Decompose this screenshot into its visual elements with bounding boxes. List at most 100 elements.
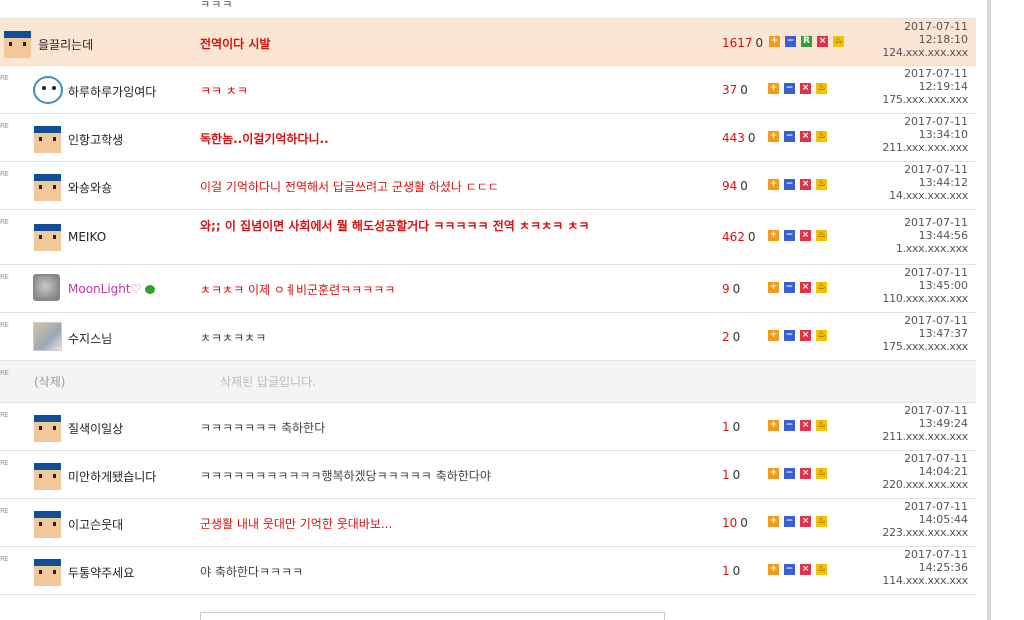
- delete-button[interactable]: ×: [800, 330, 811, 341]
- comment-author[interactable]: 와숑와숑: [68, 179, 112, 196]
- downvote-button[interactable]: −: [784, 230, 795, 241]
- reply-count: 0: [740, 516, 748, 530]
- report-button[interactable]: ♨: [816, 420, 827, 431]
- report-button[interactable]: ♨: [816, 282, 827, 293]
- downvote-button[interactable]: −: [784, 420, 795, 431]
- view-count: 1: [722, 420, 730, 434]
- delete-button[interactable]: ×: [800, 131, 811, 142]
- upvote-button[interactable]: +: [768, 179, 779, 190]
- comment-author[interactable]: 인항고학생: [68, 131, 123, 148]
- delete-button[interactable]: ×: [800, 282, 811, 293]
- downvote-button[interactable]: −: [784, 282, 795, 293]
- downvote-button[interactable]: −: [784, 179, 795, 190]
- comment-meta: 2017-07-11 14:04:21 220.xxx.xxx.xxx: [876, 452, 968, 491]
- comment-author[interactable]: 수지스님: [68, 330, 112, 347]
- delete-button[interactable]: ×: [817, 36, 828, 47]
- report-button[interactable]: ♨: [816, 564, 827, 575]
- comment-row: RE 수지스님 ㅊㅋㅊㅋㅊㅋ 20 + − × ♨ 2017-07-11 13:47:3…: [0, 313, 976, 361]
- reply-button[interactable]: R: [801, 36, 812, 47]
- comment-row: RE 이고슨웃대 군생활 내내 웃대만 기억한 웃대바보... 10 0 + − × ♨…: [0, 499, 976, 547]
- comment-ip: 220.xxx.xxx.xxx: [882, 478, 968, 491]
- comment-date: 2017-07-11: [904, 266, 968, 279]
- avatar[interactable]: [33, 274, 60, 301]
- pagination-box[interactable]: [200, 612, 665, 620]
- comment-time: 14:04:21: [918, 465, 968, 478]
- avatar[interactable]: [34, 174, 61, 201]
- upvote-button[interactable]: +: [768, 420, 779, 431]
- comment-author[interactable]: 이고슨웃대: [68, 516, 123, 533]
- comment-ip: 175.xxx.xxx.xxx: [882, 340, 968, 353]
- comment-author[interactable]: 두통약주세요: [68, 564, 134, 581]
- comment-author-name: MoonLight♡: [68, 282, 142, 296]
- report-button[interactable]: ♨: [816, 516, 827, 527]
- downvote-button[interactable]: −: [784, 564, 795, 575]
- comment-time: 13:45:00: [918, 279, 968, 292]
- avatar[interactable]: [34, 511, 61, 538]
- comment-time: 13:47:37: [918, 327, 968, 340]
- report-button[interactable]: ♨: [816, 468, 827, 479]
- comment-counts: 443 0: [722, 131, 756, 145]
- deleted-author-label: (삭제): [34, 375, 66, 389]
- view-count: 37: [722, 83, 738, 97]
- comment-author[interactable]: MoonLight♡: [68, 282, 156, 296]
- delete-button[interactable]: ×: [800, 564, 811, 575]
- comment-text: ㅊㅋㅊㅋㅊㅋ: [200, 331, 267, 345]
- report-button[interactable]: ♨: [816, 131, 827, 142]
- comment-row: RE 인항고학생 독한놈..이걸기억하다니.. 443 0 + − × ♨ 2017-0…: [0, 114, 976, 162]
- avatar[interactable]: [33, 76, 63, 104]
- comment-actions: + − × ♨: [768, 179, 832, 190]
- downvote-button[interactable]: −: [784, 330, 795, 341]
- downvote-button[interactable]: −: [784, 131, 795, 142]
- upvote-button[interactable]: +: [768, 282, 779, 293]
- comment-date: 2017-07-11: [904, 452, 968, 465]
- comment-time: 12:19:14: [918, 80, 968, 93]
- avatar[interactable]: [34, 224, 61, 251]
- delete-button[interactable]: ×: [800, 179, 811, 190]
- upvote-button[interactable]: +: [768, 330, 779, 341]
- delete-button[interactable]: ×: [800, 230, 811, 241]
- comment-time: 13:44:12: [918, 176, 968, 189]
- comment-actions: + − × ♨: [768, 564, 832, 575]
- comment-time: 13:34:10: [918, 128, 968, 141]
- downvote-button[interactable]: −: [784, 83, 795, 94]
- delete-button[interactable]: ×: [800, 420, 811, 431]
- avatar[interactable]: [34, 463, 61, 490]
- report-button[interactable]: ♨: [833, 36, 844, 47]
- reply-count: 0: [732, 420, 741, 434]
- upvote-button[interactable]: +: [768, 468, 779, 479]
- report-button[interactable]: ♨: [816, 83, 827, 94]
- upvote-button[interactable]: +: [769, 36, 780, 47]
- reply-count: 0: [732, 330, 741, 344]
- downvote-button[interactable]: −: [784, 468, 795, 479]
- comment-author[interactable]: 미안하게됐습니다: [68, 468, 156, 485]
- comment-author[interactable]: 하루하루가잉여다: [68, 83, 156, 100]
- delete-button[interactable]: ×: [800, 83, 811, 94]
- comment-counts: 94 0: [722, 179, 748, 193]
- upvote-button[interactable]: +: [768, 83, 779, 94]
- comment-actions: + − × ♨: [768, 516, 832, 527]
- upvote-button[interactable]: +: [768, 131, 779, 142]
- comment-ip: 114.xxx.xxx.xxx: [882, 574, 968, 587]
- report-button[interactable]: ♨: [816, 230, 827, 241]
- comment-author[interactable]: MEIKO: [68, 230, 106, 244]
- delete-button[interactable]: ×: [800, 468, 811, 479]
- downvote-button[interactable]: −: [785, 36, 796, 47]
- avatar[interactable]: [34, 415, 61, 442]
- comment-author[interactable]: 질색이일상: [68, 420, 123, 437]
- comment-counts: 1617 0: [722, 36, 763, 50]
- upvote-button[interactable]: +: [768, 230, 779, 241]
- upvote-button[interactable]: +: [768, 564, 779, 575]
- scrollbar[interactable]: [987, 0, 991, 620]
- delete-button[interactable]: ×: [800, 516, 811, 527]
- avatar[interactable]: [34, 126, 61, 153]
- avatar[interactable]: [34, 559, 61, 586]
- comment-time: 12:18:10: [918, 33, 968, 46]
- report-button[interactable]: ♨: [816, 179, 827, 190]
- avatar[interactable]: [33, 322, 62, 351]
- comment-meta: 2017-07-11 12:19:14 175.xxx.xxx.xxx: [876, 67, 968, 106]
- report-button[interactable]: ♨: [816, 330, 827, 341]
- comment-author[interactable]: 을끌리는데: [38, 36, 93, 53]
- avatar[interactable]: [4, 31, 31, 58]
- upvote-button[interactable]: +: [768, 516, 779, 527]
- downvote-button[interactable]: −: [784, 516, 795, 527]
